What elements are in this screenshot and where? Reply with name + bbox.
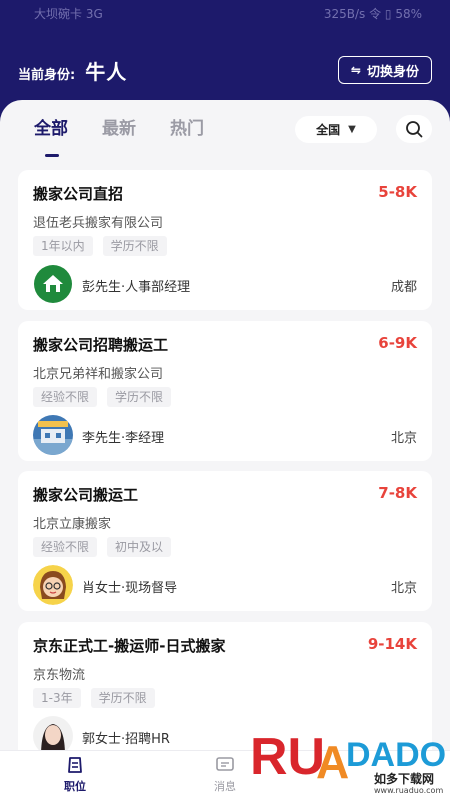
job-tag: 1-3年 bbox=[33, 688, 81, 708]
recruiter-contact: 李先生·李经理 bbox=[82, 431, 165, 446]
job-tags: 1年以内 学历不限 bbox=[33, 236, 167, 256]
recruiter-avatar bbox=[33, 565, 73, 605]
job-title: 京东正式工-搬运师-日式搬家 bbox=[33, 637, 226, 655]
message-icon bbox=[216, 757, 234, 771]
job-salary: 6-9K bbox=[378, 334, 417, 352]
nav-jobs[interactable]: 职位 bbox=[45, 755, 105, 794]
svg-text:A: A bbox=[316, 736, 349, 788]
job-salary: 7-8K bbox=[378, 484, 417, 502]
header: 当前身份: 牛人 ⇋ 切换身份 bbox=[0, 50, 450, 90]
main-panel: 全部 最新 热门 全国 ▼ 搬家公司直招 5-8K 退伍老兵搬家有限公司 1年以… bbox=[0, 100, 450, 800]
svg-text:RU: RU bbox=[250, 728, 325, 786]
job-tags: 1-3年 学历不限 bbox=[33, 688, 155, 708]
company-name: 北京兄弟祥和搬家公司 bbox=[33, 367, 164, 382]
job-tag: 经验不限 bbox=[33, 387, 98, 407]
watermark-text: 如多下载网 bbox=[374, 772, 435, 786]
job-tag: 学历不限 bbox=[90, 688, 155, 708]
svg-text:DADO: DADO bbox=[346, 736, 446, 774]
job-city: 成都 bbox=[390, 280, 417, 295]
recruiter-avatar bbox=[33, 264, 73, 304]
job-card[interactable]: 搬家公司招聘搬运工 6-9K 北京兄弟祥和搬家公司 经验不限 学历不限 李先生·… bbox=[18, 321, 432, 461]
status-right: 325B/s 令 ▯ 58% bbox=[323, 6, 422, 21]
recruiter-contact: 肖女士·现场督导 bbox=[82, 581, 178, 596]
job-tag: 学历不限 bbox=[107, 387, 172, 407]
job-tags: 经验不限 初中及以 bbox=[33, 537, 172, 557]
company-photo-icon bbox=[33, 415, 73, 455]
tab-hot[interactable]: 热门 bbox=[170, 114, 204, 139]
active-tab-indicator bbox=[45, 154, 59, 157]
watermark-url: www.ruaduo.com bbox=[374, 786, 444, 795]
swap-icon: ⇋ bbox=[350, 63, 361, 77]
job-tag: 1年以内 bbox=[33, 236, 93, 256]
region-value: 全国 bbox=[316, 123, 341, 137]
caret-down-icon: ▼ bbox=[348, 124, 356, 135]
job-title: 搬家公司直招 bbox=[33, 185, 124, 203]
watermark-logo: RU A DADO 如多下载网 www.ruaduo.com bbox=[250, 716, 446, 800]
cartoon-avatar-icon bbox=[33, 565, 73, 605]
recruiter-contact: 郭女士·招聘HR bbox=[82, 732, 170, 747]
identity-value: 牛人 bbox=[85, 59, 128, 84]
recruiter-avatar bbox=[33, 415, 73, 455]
briefcase-icon bbox=[68, 757, 82, 773]
tab-latest[interactable]: 最新 bbox=[102, 114, 136, 139]
recruiter-contact: 彭先生·人事部经理 bbox=[82, 280, 191, 295]
search-icon bbox=[406, 121, 423, 138]
switch-identity-button[interactable]: ⇋ 切换身份 bbox=[337, 56, 432, 84]
region-select[interactable]: 全国 ▼ bbox=[295, 116, 377, 143]
job-tags: 经验不限 学历不限 bbox=[33, 387, 172, 407]
job-tag: 学历不限 bbox=[102, 236, 167, 256]
job-tag: 初中及以 bbox=[107, 537, 172, 557]
job-city: 北京 bbox=[390, 581, 417, 596]
nav-jobs-label: 职位 bbox=[64, 780, 86, 793]
tab-all[interactable]: 全部 bbox=[34, 114, 68, 139]
company-name: 北京立康搬家 bbox=[33, 517, 112, 532]
job-city: 北京 bbox=[390, 431, 417, 446]
job-tag: 经验不限 bbox=[33, 537, 98, 557]
current-identity: 当前身份: 牛人 bbox=[18, 56, 127, 85]
job-card[interactable]: 搬家公司直招 5-8K 退伍老兵搬家有限公司 1年以内 学历不限 彭先生·人事部… bbox=[18, 170, 432, 310]
tab-bar: 全部 最新 热门 bbox=[0, 114, 450, 157]
company-name: 京东物流 bbox=[33, 668, 86, 683]
job-title: 搬家公司招聘搬运工 bbox=[33, 336, 169, 354]
switch-identity-label: 切换身份 bbox=[366, 64, 419, 80]
nav-messages-label: 消息 bbox=[214, 780, 236, 793]
job-salary: 9-14K bbox=[367, 635, 417, 653]
company-name: 退伍老兵搬家有限公司 bbox=[33, 216, 164, 231]
job-card[interactable]: 搬家公司搬运工 7-8K 北京立康搬家 经验不限 初中及以 肖女士·现场督导 北… bbox=[18, 471, 432, 611]
search-button[interactable] bbox=[396, 115, 432, 143]
status-bar: 大坝碗卡 3G 325B/s 令 ▯ 58% bbox=[0, 0, 450, 26]
identity-label: 当前身份: bbox=[18, 67, 76, 83]
company-logo-icon bbox=[33, 264, 73, 304]
job-salary: 5-8K bbox=[378, 183, 417, 201]
status-left: 大坝碗卡 3G bbox=[34, 6, 103, 21]
nav-messages[interactable]: 消息 bbox=[195, 755, 255, 794]
job-title: 搬家公司搬运工 bbox=[33, 486, 139, 504]
